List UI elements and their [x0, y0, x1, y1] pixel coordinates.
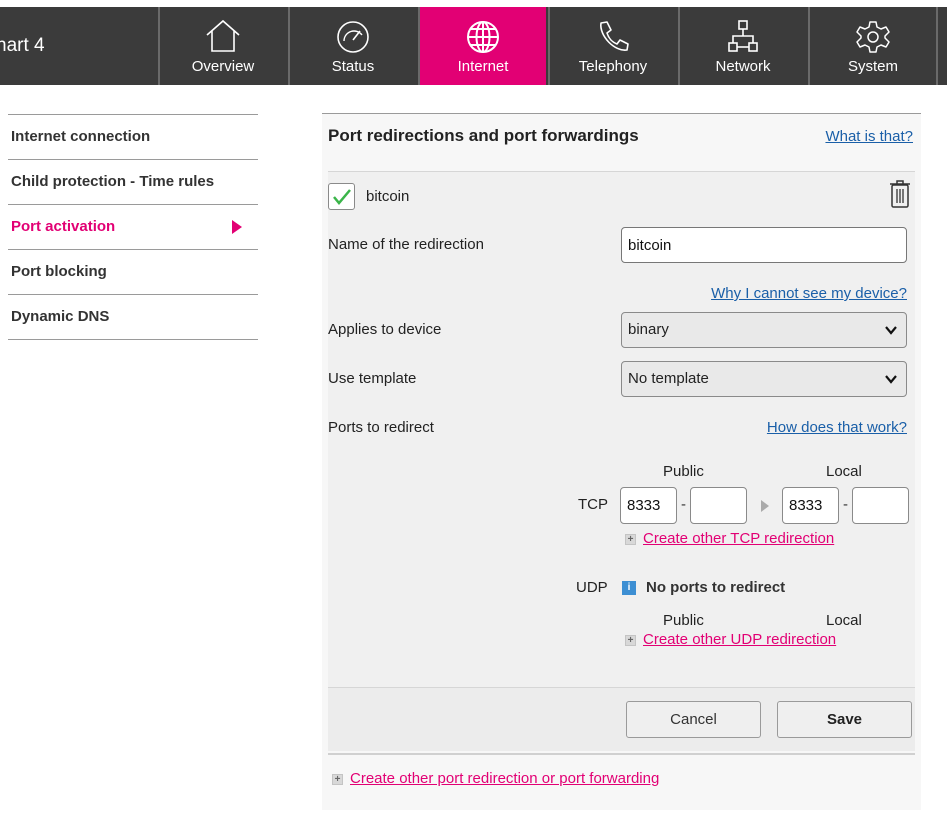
template-select[interactable]: No template [621, 361, 907, 397]
what-is-that-link[interactable]: What is that? [825, 128, 913, 145]
arrow-right-icon [761, 500, 769, 512]
caret-right-icon [232, 220, 242, 234]
tab-internet[interactable]: Internet [418, 7, 546, 85]
sidebar-item-dynamic-dns[interactable]: Dynamic DNS [8, 295, 258, 340]
cancel-button[interactable]: Cancel [626, 701, 761, 738]
plus-icon: + [625, 635, 636, 646]
create-tcp-redirection-link[interactable]: Create other TCP redirection [643, 530, 834, 547]
name-input[interactable] [621, 227, 907, 263]
tab-label: Internet [457, 58, 509, 75]
top-navigation: nart 4 Overview Status Internet Telephon… [0, 7, 947, 85]
public-header: Public [663, 463, 704, 480]
tab-system[interactable]: System [808, 7, 936, 85]
create-udp-redirection-link[interactable]: Create other UDP redirection [643, 631, 836, 648]
tcp-local-from-input[interactable] [782, 487, 839, 524]
save-button[interactable]: Save [777, 701, 912, 738]
tab-label: Overview [191, 58, 255, 75]
plus-icon: + [332, 774, 343, 785]
phone-icon [550, 19, 676, 55]
tab-network[interactable]: Network [678, 7, 806, 85]
page-title: Port redirections and port forwardings [328, 126, 639, 145]
template-label: Use template [328, 370, 417, 387]
tcp-public-to-input[interactable] [690, 487, 747, 524]
info-icon: i [622, 581, 636, 595]
tab-label: Status [331, 58, 375, 75]
gauge-icon [290, 19, 416, 55]
enable-checkbox[interactable] [328, 183, 355, 210]
tab-label: Network [715, 58, 771, 75]
range-dash: - [843, 496, 848, 513]
sidebar-item-internet-connection[interactable]: Internet connection [8, 115, 258, 160]
tab-label: System [847, 58, 898, 75]
divider [328, 753, 915, 755]
device-select[interactable]: binary [621, 312, 907, 348]
network-icon [680, 19, 806, 55]
public-header: Public [663, 612, 704, 629]
no-ports-message: No ports to redirect [646, 579, 786, 596]
sidebar-item-port-activation[interactable]: Port activation [8, 205, 258, 250]
sidebar-item-port-blocking[interactable]: Port blocking [8, 250, 258, 295]
range-dash: - [681, 496, 686, 513]
tcp-public-from-input[interactable] [620, 487, 677, 524]
gear-icon [810, 19, 936, 55]
check-icon [333, 189, 351, 205]
name-label: Name of the redirection [328, 236, 484, 253]
create-port-redirection-link[interactable]: Create other port redirection or port fo… [350, 770, 659, 787]
trash-icon[interactable] [889, 180, 911, 212]
action-bar: Cancel Save [328, 687, 915, 751]
tab-telephony[interactable]: Telephony [548, 7, 676, 85]
chevron-down-icon [885, 326, 897, 335]
udp-label: UDP [576, 579, 608, 596]
device-label: Applies to device [328, 321, 442, 338]
chevron-down-icon [885, 375, 897, 384]
ports-label: Ports to redirect [328, 419, 434, 436]
brand-title: nart 4 [0, 35, 45, 56]
device-select-value: binary [628, 321, 669, 338]
how-does-that-work-link[interactable]: How does that work? [767, 419, 907, 436]
tcp-label: TCP [578, 496, 608, 513]
globe-icon [420, 19, 546, 55]
tab-label: Telephony [578, 58, 648, 75]
port-forwarding-panel: Port redirections and port forwardings W… [322, 113, 921, 810]
template-select-value: No template [628, 370, 709, 387]
sidebar: Internet connection Child protection - T… [8, 114, 258, 340]
plus-icon: + [625, 534, 636, 545]
house-icon [160, 19, 286, 55]
local-header: Local [826, 463, 862, 480]
tab-overview[interactable]: Overview [158, 7, 286, 85]
redirection-entry: bitcoin Name of the redirection Why I ca… [328, 171, 915, 751]
nav-divider [936, 7, 947, 85]
entry-name: bitcoin [366, 188, 410, 205]
tab-status[interactable]: Status [288, 7, 416, 85]
why-cannot-see-device-link[interactable]: Why I cannot see my device? [711, 285, 907, 302]
sidebar-item-child-protection[interactable]: Child protection - Time rules [8, 160, 258, 205]
tcp-local-to-input[interactable] [852, 487, 909, 524]
local-header: Local [826, 612, 862, 629]
